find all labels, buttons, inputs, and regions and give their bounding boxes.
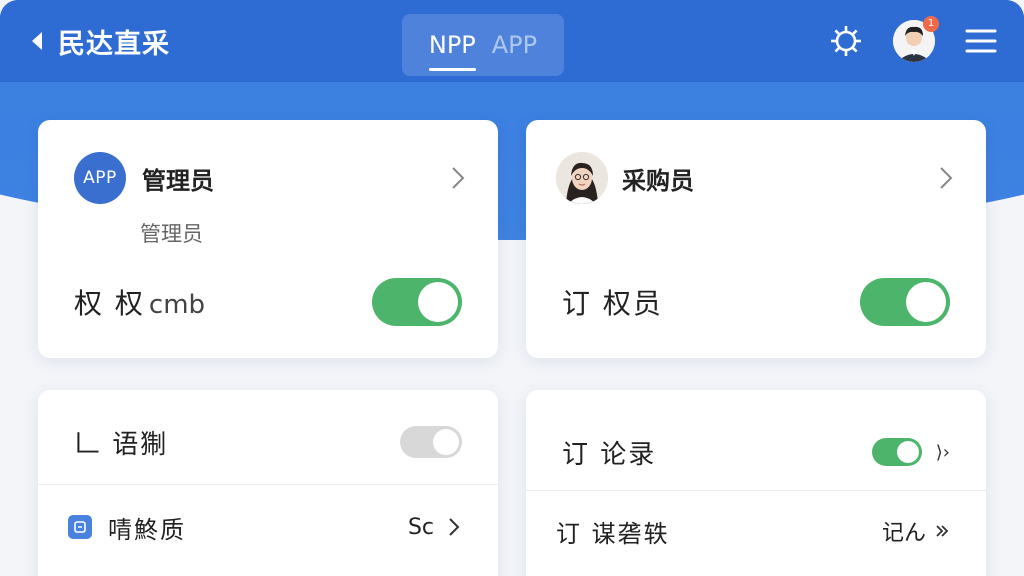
right-list-row-value: 记ん (881, 521, 926, 546)
left-list-row[interactable]: 啨鮗质 Sc (68, 502, 464, 552)
right-list-row[interactable]: 订 谋砻轶 记ん (556, 506, 952, 556)
buyer-avatar (556, 152, 608, 204)
toggle-knob (433, 429, 459, 455)
divider (38, 484, 498, 485)
buyer-profile-row[interactable]: 采购员 (556, 152, 956, 204)
left-list-row-label: 啨鮗质 (108, 515, 186, 544)
admin-name: 管理员 (142, 166, 214, 195)
menu-button[interactable] (960, 20, 1002, 62)
toggle-knob (896, 441, 919, 463)
right-list-row-label: 订 谋砻轶 (556, 519, 670, 548)
left-settings-card: 𠃊 语猘 啨鮗质 Sc (38, 390, 498, 576)
admin-subtitle: 管理员 (140, 222, 203, 246)
chevron-right-icon (444, 513, 464, 541)
admin-toggle-label-latin: cmb (148, 290, 206, 320)
toggle-knob (418, 282, 458, 322)
buyer-toggle-label: 订 权员 (562, 287, 663, 320)
buyer-portrait-icon (556, 152, 608, 204)
admin-profile-row[interactable]: APP 管理员 (74, 152, 468, 204)
back-arrow-icon (26, 30, 48, 52)
app-screen: 民达直采 NPP APP 1 APP 管理员 管理员 权 权 cmb 采购员 订… (0, 0, 1024, 576)
tab-npp[interactable]: NPP (428, 31, 476, 71)
notification-badge: 1 (923, 16, 939, 32)
app-avatar: APP (74, 152, 126, 204)
right-list-header: 订 论录 ⟩› (562, 428, 950, 476)
admin-toggle-row: 权 权 cmb (74, 278, 462, 326)
settings-button[interactable] (825, 20, 867, 62)
left-list-row-value: Sc (407, 514, 434, 540)
left-list-toggle[interactable] (400, 426, 462, 458)
left-list-header-label: 𠃊 语猘 (74, 429, 169, 460)
chevron-right-icon (936, 164, 956, 192)
buyer-permission-toggle[interactable] (860, 278, 950, 326)
right-settings-card: 订 论录 ⟩› 订 谋砻轶 记ん (526, 390, 986, 576)
buyer-toggle-row: 订 权员 (562, 278, 950, 326)
user-avatar-button[interactable]: 1 (893, 16, 939, 62)
buyer-role-card: 采购员 订 权员 (526, 120, 986, 358)
admin-toggle-label-text: 权 权 (74, 287, 145, 320)
hamburger-menu-icon (965, 29, 997, 53)
admin-toggle-label: 权 权 cmb (74, 282, 205, 322)
tab-app[interactable]: APP (492, 31, 537, 59)
document-icon (68, 515, 92, 539)
gear-icon (831, 26, 861, 56)
admin-permission-toggle[interactable] (372, 278, 462, 326)
top-bar: 民达直采 NPP APP 1 (0, 0, 1024, 82)
buyer-name: 采购员 (622, 166, 694, 195)
chevron-right-icon (448, 164, 468, 192)
right-list-toggle[interactable] (871, 438, 922, 466)
divider (526, 490, 986, 491)
right-list-header-label: 订 论录 (562, 439, 657, 470)
admin-role-card: APP 管理员 管理员 权 权 cmb (38, 120, 498, 358)
toggle-knob (906, 282, 946, 322)
app-title: 民达直采 (58, 28, 170, 60)
tab-switcher: NPP APP (402, 14, 564, 76)
right-list-header-extra: ⟩› (935, 441, 950, 463)
left-list-header: 𠃊 语猘 (74, 418, 462, 466)
back-button[interactable]: 民达直采 (26, 20, 170, 62)
chevron-right-icon (932, 517, 952, 545)
